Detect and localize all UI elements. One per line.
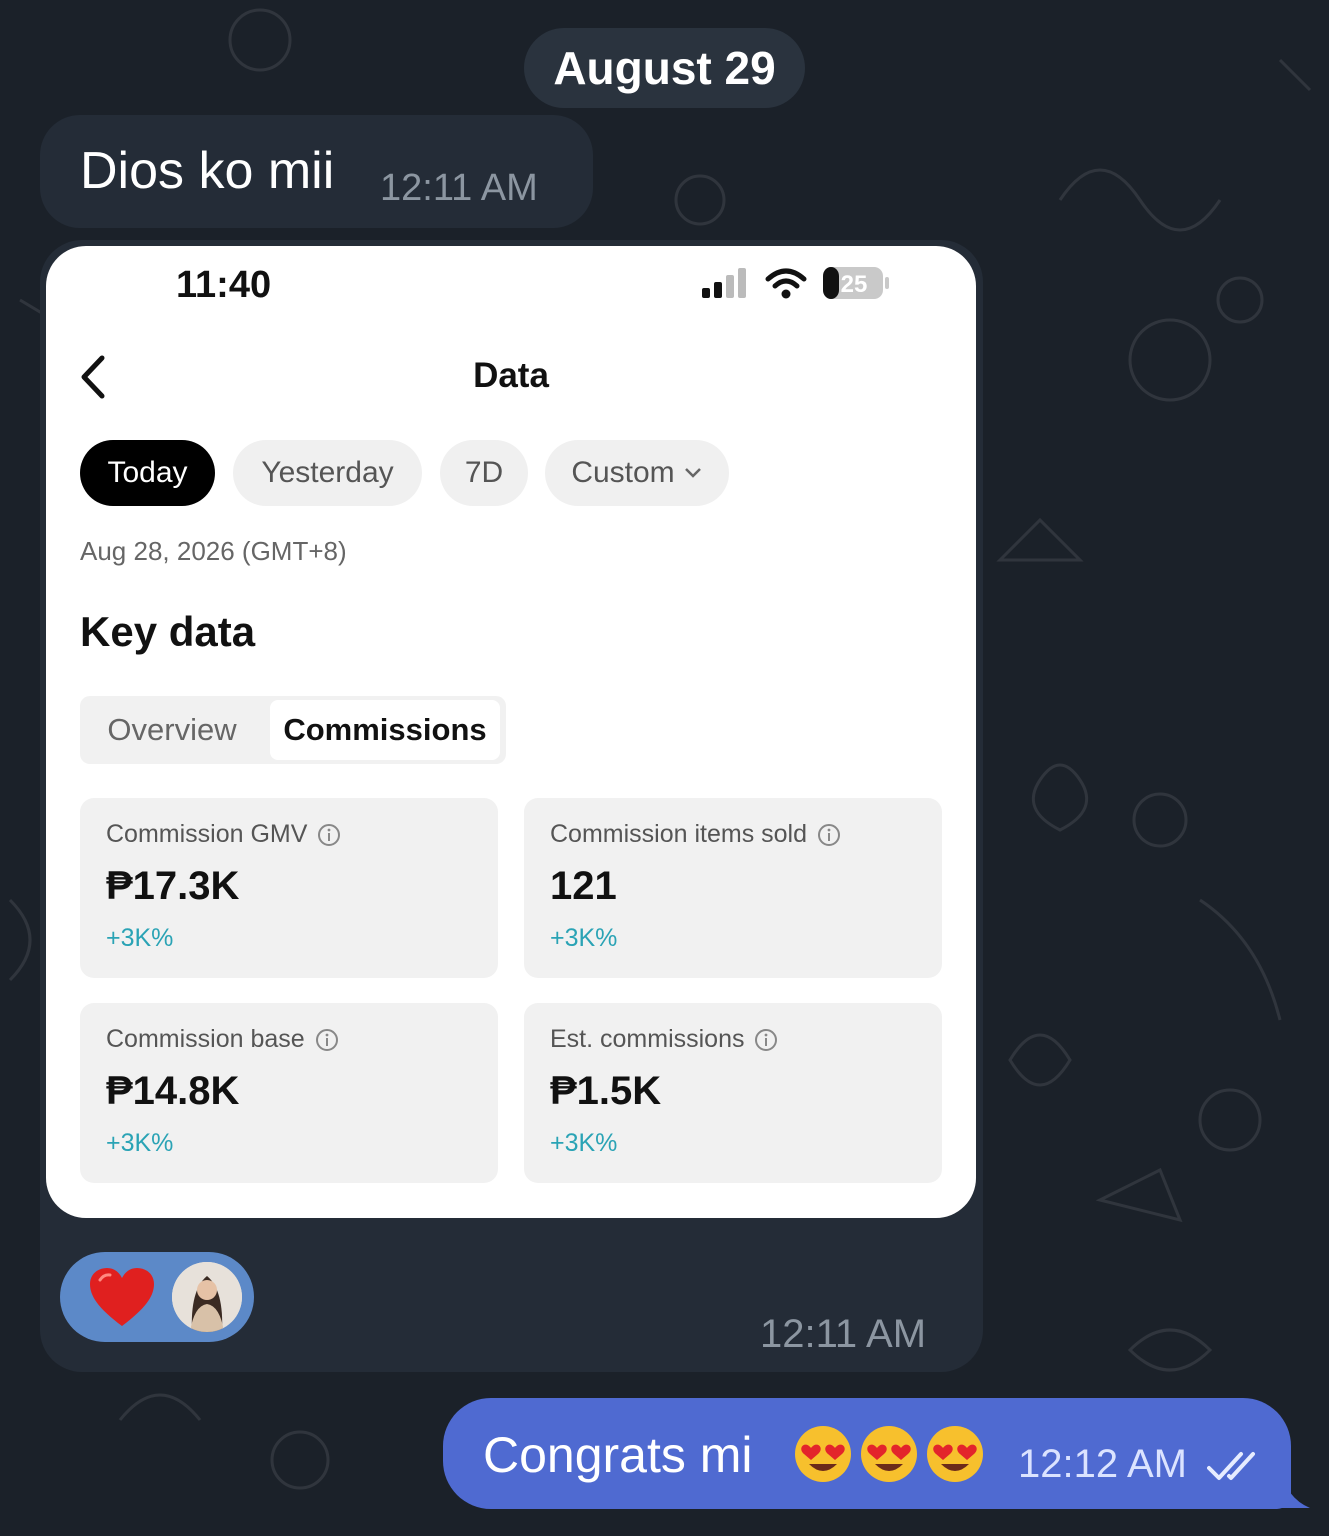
metric-card-commission-base[interactable]: Commission base ₱14.8K +3K% bbox=[80, 1003, 498, 1183]
metric-card-commission-items-sold[interactable]: Commission items sold 121 +3K% bbox=[524, 798, 942, 978]
metric-value: 121 bbox=[550, 864, 617, 908]
chip-today[interactable]: Today bbox=[80, 440, 215, 506]
info-icon[interactable] bbox=[817, 823, 841, 847]
metric-change: +3K% bbox=[106, 1129, 174, 1157]
segmented-control: Overview Commissions bbox=[80, 696, 506, 764]
message-text: Dios ko mii bbox=[80, 142, 335, 200]
metric-label-wrap: Commission GMV bbox=[106, 820, 341, 849]
metric-card-est-commissions[interactable]: Est. commissions ₱1.5K +3K% bbox=[524, 1003, 942, 1183]
heart-icon bbox=[90, 1268, 154, 1326]
status-bar-time: 11:40 bbox=[176, 264, 272, 306]
metric-card-commission-gmv[interactable]: Commission GMV ₱17.3K +3K% bbox=[80, 798, 498, 978]
status-bar-icons: 25 bbox=[702, 266, 890, 300]
tab-commissions[interactable]: Commissions bbox=[270, 700, 500, 760]
chip-custom-label: Custom bbox=[571, 456, 675, 489]
metric-label: Commission base bbox=[106, 1025, 305, 1053]
signal-icon bbox=[702, 268, 746, 298]
chip-custom[interactable]: Custom bbox=[545, 440, 729, 506]
reaction-pill[interactable] bbox=[60, 1252, 254, 1342]
heart-eyes-emoji bbox=[861, 1426, 917, 1482]
message-time: 12:11 AM bbox=[760, 1312, 927, 1356]
metric-label: Commission GMV bbox=[106, 820, 308, 848]
message-text: Congrats mi bbox=[483, 1427, 753, 1483]
info-icon[interactable] bbox=[315, 1028, 339, 1052]
battery-level: 25 bbox=[841, 271, 868, 298]
date-divider: August 29 bbox=[524, 28, 805, 108]
heart-eyes-emoji bbox=[927, 1426, 983, 1482]
info-icon[interactable] bbox=[317, 823, 341, 847]
avatar[interactable] bbox=[172, 1262, 242, 1332]
screenshot-image[interactable]: 11:40 25 Data Today Yesterday 7D Custom bbox=[46, 246, 976, 1218]
metric-value: ₱14.8K bbox=[106, 1069, 240, 1113]
page-title: Data bbox=[473, 356, 549, 395]
metric-label-wrap: Est. commissions bbox=[550, 1025, 778, 1054]
metric-value: ₱17.3K bbox=[106, 864, 240, 908]
metric-label-wrap: Commission base bbox=[106, 1025, 339, 1054]
tab-overview[interactable]: Overview bbox=[80, 696, 264, 764]
chip-yesterday[interactable]: Yesterday bbox=[233, 440, 422, 506]
metric-label: Commission items sold bbox=[550, 820, 808, 848]
metric-change: +3K% bbox=[550, 1129, 618, 1157]
metric-label: Est. commissions bbox=[550, 1025, 745, 1053]
wifi-icon bbox=[765, 268, 807, 299]
outgoing-message-bubble[interactable]: Congrats mi 12:12 AM bbox=[443, 1398, 1291, 1509]
message-time: 12:11 AM bbox=[380, 167, 538, 209]
heart-eyes-emoji bbox=[795, 1426, 851, 1482]
emoji-group bbox=[793, 1424, 985, 1484]
date-range-label: Aug 28, 2026 (GMT+8) bbox=[80, 536, 347, 566]
metric-label-wrap: Commission items sold bbox=[550, 820, 841, 849]
chevron-down-icon bbox=[684, 468, 701, 478]
metric-change: +3K% bbox=[106, 924, 174, 952]
section-title: Key data bbox=[80, 608, 256, 655]
info-icon[interactable] bbox=[754, 1028, 778, 1052]
metric-change: +3K% bbox=[550, 924, 618, 952]
battery-icon: 25 bbox=[823, 267, 889, 299]
chip-7d[interactable]: 7D bbox=[440, 440, 528, 506]
metric-value: ₱1.5K bbox=[550, 1069, 662, 1113]
double-check-icon bbox=[1207, 1452, 1255, 1480]
incoming-message-bubble[interactable]: Dios ko mii 12:11 AM bbox=[40, 115, 593, 228]
message-time: 12:12 AM bbox=[1018, 1442, 1188, 1486]
avatar-photo-icon bbox=[172, 1262, 242, 1332]
